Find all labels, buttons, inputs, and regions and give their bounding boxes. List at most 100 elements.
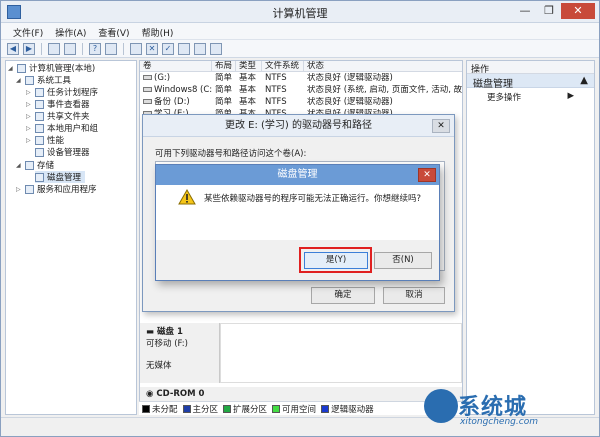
collapsed-arrow-icon[interactable]: ▷ [26, 89, 32, 96]
tree-item-shared-folders[interactable]: ▷ 共享文件夹 [26, 110, 90, 122]
tree-item-task-scheduler[interactable]: ▷ 任务计划程序 [26, 86, 98, 98]
tree-item-label: 事件查看器 [47, 100, 90, 110]
open-folder-icon[interactable] [178, 42, 190, 55]
layout-cell: 简单 [215, 97, 233, 107]
tree-item-computer-management[interactable]: ◢ 计算机管理(本地) [8, 62, 95, 74]
partition-legend: 未分配 主分区 扩展分区 可用空间 逻辑驱动器 [139, 401, 463, 415]
menu-help[interactable]: 帮助(H) [136, 23, 180, 39]
title-bar[interactable]: 计算机管理 — ❐ ✕ [1, 1, 599, 23]
table-row[interactable]: (G:) 简单 基本 NTFS 状态良好 (逻辑驱动器) [140, 73, 462, 84]
users-icon [35, 123, 44, 133]
more-actions-item[interactable]: 更多操作 ▶ [467, 88, 594, 106]
disk-1-body[interactable] [220, 323, 462, 383]
help-icon[interactable]: ? [89, 42, 101, 55]
column-header-type[interactable]: 类型 [236, 61, 262, 72]
device-manager-icon [35, 147, 44, 157]
actions-pane: 操作 磁盘管理 ▲ 更多操作 ▶ [466, 60, 595, 415]
toolbar: ◀ ▶ ? ✕ ✓ [1, 40, 599, 58]
expanded-arrow-icon[interactable]: ◢ [16, 162, 22, 169]
table-row[interactable]: 备份 (D:) 简单 基本 NTFS 状态良好 (逻辑驱动器) [140, 97, 462, 108]
column-header-status[interactable]: 状态 [304, 61, 462, 72]
column-header-volume[interactable]: 卷 [140, 61, 212, 72]
disk-1-name: ▬ 磁盘 1 [146, 325, 213, 337]
search-icon[interactable] [194, 42, 206, 55]
tree-item-label: 任务计划程序 [47, 88, 99, 98]
disk-1-name-text: 磁盘 1 [157, 327, 183, 337]
toolbar-separator [123, 42, 124, 55]
tree-item-storage[interactable]: ◢ 存储 [16, 159, 54, 171]
cdrom-name: CD-ROM 0 [156, 389, 205, 399]
watermark: 系统城 xitongcheng.com [424, 385, 594, 435]
tree-item-label: 设备管理器 [47, 148, 90, 158]
clock-icon [35, 87, 44, 97]
forward-arrow-icon[interactable]: ▶ [23, 42, 35, 55]
tree-item-disk-management[interactable]: 磁盘管理 [35, 171, 86, 183]
legend-item: 扩展分区 [223, 403, 267, 415]
check-icon[interactable]: ✓ [162, 42, 174, 55]
column-header-filesystem[interactable]: 文件系统 [262, 61, 304, 72]
legend-label: 逻辑驱动器 [331, 404, 374, 415]
menu-action[interactable]: 操作(A) [49, 23, 92, 39]
actions-section-label: 磁盘管理 [473, 79, 513, 90]
tree-item-label: 存储 [37, 161, 55, 171]
disk-1-media: 无媒体 [146, 361, 172, 371]
volume-table-header: 卷 布局 类型 文件系统 状态 [140, 61, 462, 72]
cancel-button[interactable]: 取消 [383, 287, 445, 304]
actions-section-disk-management[interactable]: 磁盘管理 ▲ [467, 74, 594, 90]
confirm-message: 某些依赖驱动器号的程序可能无法正确运行。你想继续吗? [204, 194, 422, 204]
table-row[interactable]: Windows8 (C:) 简单 基本 NTFS 状态良好 (系统, 启动, 页… [140, 85, 462, 96]
cdrom-icon: ◉ [146, 389, 157, 399]
collapsed-arrow-icon[interactable]: ▷ [26, 101, 32, 108]
tree-item-performance[interactable]: ▷ 性能 [26, 134, 64, 146]
up-folder-icon[interactable] [48, 42, 60, 55]
legend-swatch [182, 404, 191, 413]
minimize-button[interactable]: — [513, 3, 537, 19]
drive-icon [143, 99, 152, 104]
collapsed-arrow-icon[interactable]: ▷ [26, 137, 32, 144]
collapsed-arrow-icon[interactable]: ▷ [26, 113, 32, 120]
back-arrow-icon[interactable]: ◀ [7, 42, 19, 55]
type-cell: 基本 [239, 73, 257, 83]
collapsed-arrow-icon[interactable]: ▷ [26, 125, 32, 132]
status-cell: 状态良好 (系统, 启动, 页面文件, 活动, 故障 [307, 85, 462, 95]
legend-label: 未分配 [152, 404, 178, 415]
volume-name-cell: (G:) [140, 73, 212, 84]
close-button[interactable]: ✕ [561, 3, 595, 19]
delete-icon[interactable]: ✕ [146, 42, 158, 55]
collapse-arrow-icon[interactable]: ▲ [580, 75, 588, 86]
confirm-dialog-close-button[interactable]: ✕ [418, 168, 436, 182]
show-hide-tree-icon[interactable] [64, 42, 76, 55]
menu-file[interactable]: 文件(F) [7, 23, 49, 39]
window-title: 计算机管理 [272, 7, 328, 20]
refresh-icon[interactable] [130, 42, 142, 55]
tree-item-local-users[interactable]: ▷ 本地用户和组 [26, 122, 98, 134]
ok-button[interactable]: 确定 [311, 287, 375, 304]
change-dialog-close-button[interactable]: ✕ [432, 119, 450, 133]
tree-item-event-viewer[interactable]: ▷ 事件查看器 [26, 98, 90, 110]
submenu-arrow-icon: ▶ [567, 91, 574, 101]
legend-item: 逻辑驱动器 [321, 403, 374, 415]
collapsed-arrow-icon[interactable]: ▷ [16, 186, 22, 193]
type-cell: 基本 [239, 97, 257, 107]
properties-icon[interactable] [105, 42, 117, 55]
expanded-arrow-icon[interactable]: ◢ [16, 77, 22, 84]
tree-item-system-tools[interactable]: ◢ 系统工具 [16, 74, 71, 86]
settings-icon[interactable] [210, 42, 222, 55]
restore-button[interactable]: ❐ [537, 3, 561, 19]
tree-item-label: 性能 [47, 136, 65, 146]
menu-view[interactable]: 查看(V) [92, 23, 135, 39]
tree-item-label: 磁盘管理 [47, 173, 82, 183]
disk-icon: ▬ [146, 327, 157, 337]
legend-label: 扩展分区 [233, 404, 268, 415]
tree-item-device-manager[interactable]: 设备管理器 [35, 146, 90, 158]
cdrom-0-label[interactable]: ◉ CD-ROM 0 [140, 387, 462, 401]
window-controls: — ❐ ✕ [513, 3, 595, 19]
change-dialog-title[interactable]: 更改 E: (学习) 的驱动器号和路径 [143, 115, 454, 137]
column-header-layout[interactable]: 布局 [212, 61, 236, 72]
confirm-dialog-title[interactable]: 磁盘管理 [156, 165, 439, 185]
disk-1-label: ▬ 磁盘 1 可移动 (F:) 无媒体 [140, 323, 220, 383]
drive-icon [143, 87, 152, 92]
expanded-arrow-icon[interactable]: ◢ [8, 65, 14, 72]
no-button[interactable]: 否(N) [374, 252, 432, 269]
tree-item-services-apps[interactable]: ▷ 服务和应用程序 [16, 183, 97, 195]
